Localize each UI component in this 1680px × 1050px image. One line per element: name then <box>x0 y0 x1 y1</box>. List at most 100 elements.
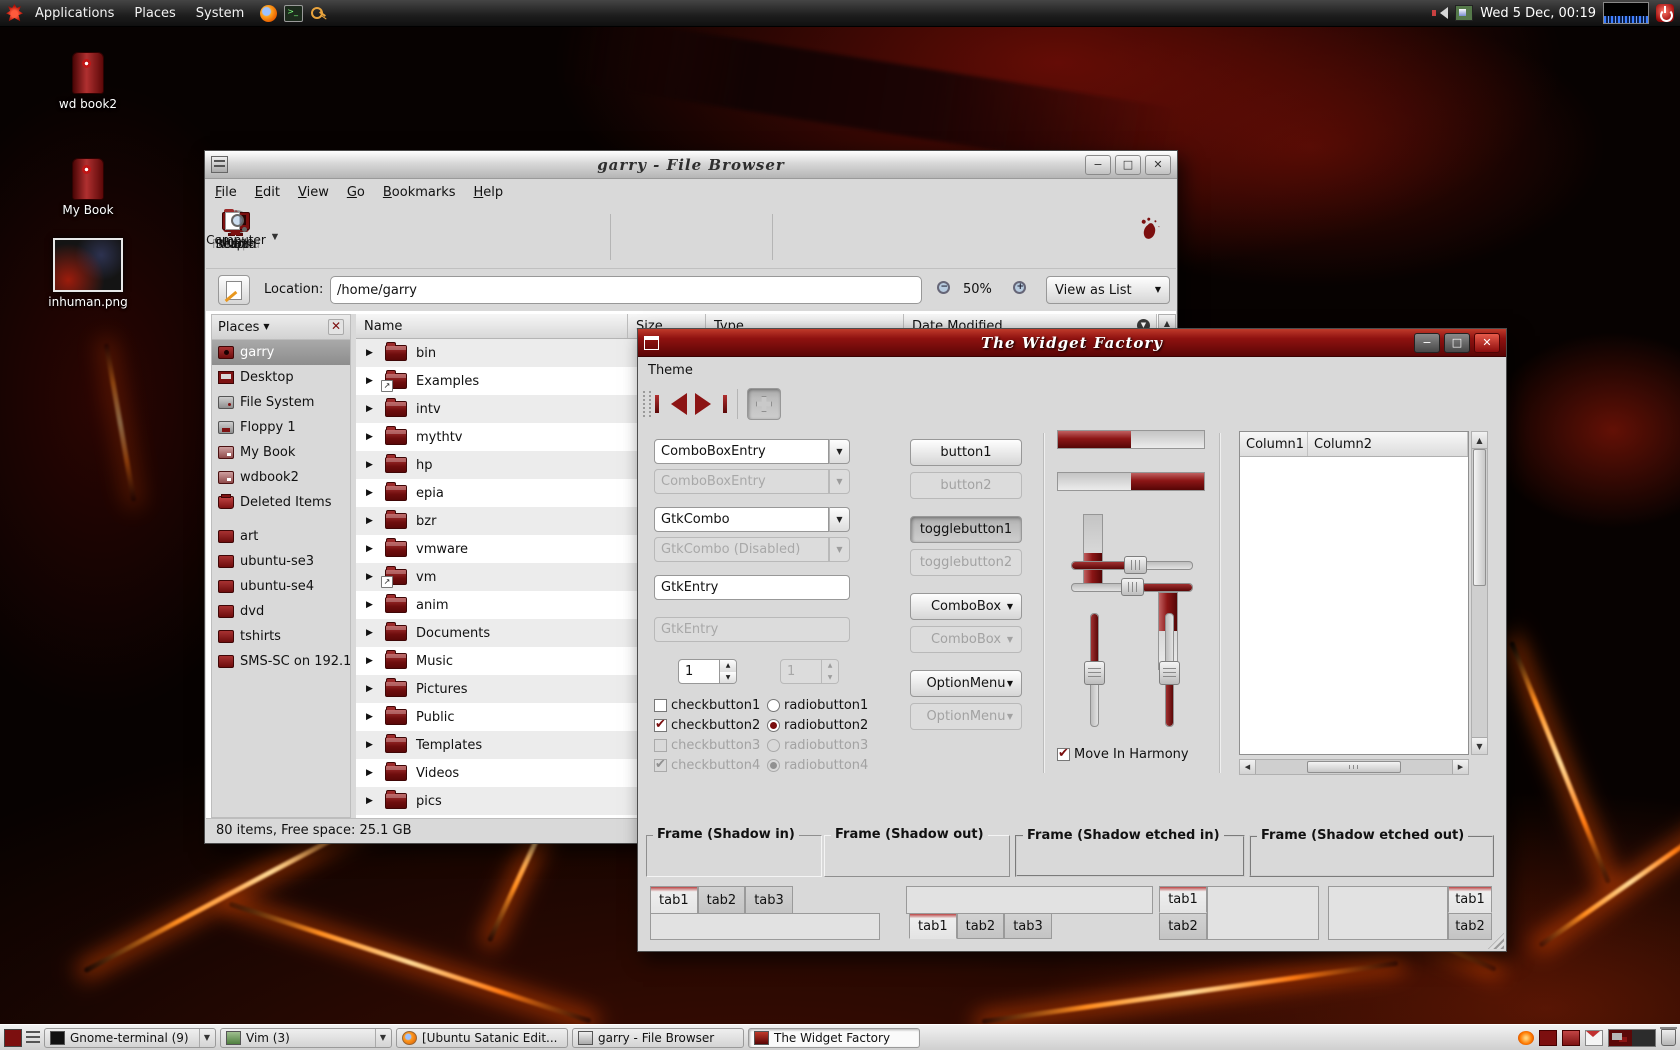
close-button[interactable]: ✕ <box>1474 333 1500 353</box>
column-header-name[interactable]: Name <box>356 314 628 338</box>
menubar-item[interactable]: Edit <box>246 185 289 200</box>
taskbar-window-button[interactable]: [Ubuntu Satanic Edit... <box>396 1028 568 1048</box>
expander-icon[interactable]: ▶ <box>366 376 376 386</box>
sidebar-place-item[interactable]: art <box>212 524 350 549</box>
notebook-tab[interactable]: tab1 <box>1159 886 1207 913</box>
scroll-down-icon[interactable]: ▼ <box>1472 737 1487 754</box>
zoom-in-icon[interactable] <box>1012 280 1027 295</box>
chevron-down-icon[interactable]: ▼ <box>829 507 850 532</box>
sidebar-place-item[interactable]: ubuntu-se3 <box>212 549 350 574</box>
notes-sidebar-button[interactable] <box>218 275 250 305</box>
desktop-icon-inhuman-png[interactable]: inhuman.png <box>46 238 130 309</box>
gtk-button[interactable]: ComboBox ▼ <box>910 593 1022 620</box>
slider-handle[interactable] <box>1121 578 1144 596</box>
maximize-button[interactable]: □ <box>1115 155 1141 175</box>
expander-icon[interactable]: ▶ <box>366 516 376 526</box>
taskbar-window-button[interactable]: Vim (3) ▼ <box>220 1028 392 1048</box>
menubar-item[interactable]: Help <box>465 185 513 200</box>
notification-package-icon[interactable] <box>1562 1030 1580 1046</box>
toolbar-dropdown-arrow[interactable]: ▼ <box>272 232 278 241</box>
spin-value[interactable]: 1 <box>678 659 720 684</box>
menubar-item-theme[interactable]: Theme <box>639 363 702 378</box>
toolbar-button[interactable]: Search <box>206 210 266 264</box>
scroll-left-icon[interactable]: ◀ <box>1240 760 1256 774</box>
workspace-2[interactable] <box>1632 1030 1655 1046</box>
gtk-combo[interactable]: GtkCombo ▼ <box>654 507 850 532</box>
toolbar-drag-handle[interactable] <box>643 391 651 417</box>
expander-icon[interactable]: ▶ <box>366 460 376 470</box>
notebook-tab[interactable]: tab3 <box>745 886 793 914</box>
radio-button[interactable] <box>767 739 780 752</box>
sidebar-place-item[interactable]: dvd <box>212 599 350 624</box>
menu-places[interactable]: Places <box>124 6 185 21</box>
tree-column-header-2[interactable]: Column2 <box>1308 432 1468 456</box>
taskbar-window-button[interactable]: garry - File Browser <box>572 1028 744 1048</box>
notebook-tab[interactable]: tab1 <box>1448 886 1492 913</box>
notebook-tab[interactable]: tab3 <box>1004 913 1052 939</box>
gtk-entry[interactable]: GtkEntry <box>654 575 850 600</box>
expander-icon[interactable]: ▶ <box>366 348 376 358</box>
system-monitor-applet[interactable] <box>1603 2 1649 24</box>
radio-button[interactable] <box>767 759 780 772</box>
gtk-button[interactable]: togglebutton2 <box>910 549 1022 576</box>
menubar-item[interactable]: View <box>289 185 338 200</box>
spin-button[interactable]: 1 ▲▼ <box>678 659 737 684</box>
expander-icon[interactable]: ▶ <box>366 544 376 554</box>
view-mode-dropdown[interactable]: View as List ▼ <box>1046 276 1170 304</box>
taskbar-window-button[interactable]: Gnome-terminal (9) ▼ <box>44 1028 216 1048</box>
go-first-icon[interactable] <box>655 392 687 416</box>
slider-handle[interactable] <box>1084 661 1105 685</box>
gtk-button[interactable]: ComboBox ▼ <box>910 626 1022 653</box>
notebook-tab[interactable]: tab2 <box>698 886 746 914</box>
keyring-launcher-icon[interactable] <box>310 5 326 21</box>
workspace-1[interactable] <box>1609 1030 1632 1046</box>
menubar-item[interactable]: File <box>206 185 246 200</box>
tree-horizontal-scrollbar[interactable]: ◀ ▶ <box>1239 759 1469 775</box>
tree-vertical-scrollbar[interactable]: ▲ ▼ <box>1471 431 1488 755</box>
expander-icon[interactable]: ▶ <box>366 600 376 610</box>
notebook-tab[interactable]: tab1 <box>909 913 957 939</box>
checkbox[interactable] <box>1057 748 1070 761</box>
file-browser-titlebar[interactable]: garry - File Browser − □ ✕ <box>205 151 1177 179</box>
window-list-icon[interactable] <box>26 1031 40 1044</box>
taskbar-group-dropdown-icon[interactable]: ▼ <box>199 1029 210 1047</box>
minimize-button[interactable]: − <box>1085 155 1111 175</box>
expander-icon[interactable]: ▶ <box>366 684 376 694</box>
expander-icon[interactable]: ▶ <box>366 572 376 582</box>
power-icon[interactable] <box>1656 4 1674 22</box>
menu-applications[interactable]: Applications <box>25 6 124 21</box>
sidebar-place-item[interactable]: ubuntu-se4 <box>212 574 350 599</box>
slider-handle[interactable] <box>1124 556 1147 574</box>
taskbar-window-button[interactable]: The Widget Factory <box>748 1028 920 1048</box>
firefox-launcher-icon[interactable] <box>260 5 277 22</box>
clock[interactable]: Wed 5 Dec, 00:19 <box>1480 6 1596 21</box>
taskbar-group-dropdown-icon[interactable]: ▼ <box>375 1029 386 1047</box>
radio-button[interactable] <box>767 699 780 712</box>
spin-steppers[interactable]: ▲▼ <box>720 659 737 684</box>
desktop-icon-mybook[interactable]: My Book <box>46 158 130 217</box>
scrollbar-thumb[interactable] <box>1473 449 1486 586</box>
location-input[interactable]: /home/garry <box>330 276 922 304</box>
menubar-item[interactable]: Bookmarks <box>374 185 465 200</box>
tree-column-header-1[interactable]: Column1 <box>1240 432 1308 456</box>
notebook-tab[interactable]: tab2 <box>957 913 1005 939</box>
sidebar-place-item[interactable]: garry <box>212 340 350 365</box>
expander-icon[interactable]: ▶ <box>366 712 376 722</box>
widget-factory-titlebar[interactable]: The Widget Factory − □ ✕ <box>638 329 1506 357</box>
close-sidebar-icon[interactable]: ✕ <box>328 319 344 335</box>
mail-notification-icon[interactable] <box>1585 1030 1603 1046</box>
slider-handle[interactable] <box>1159 661 1180 685</box>
expander-icon[interactable]: ▶ <box>366 488 376 498</box>
workspace-switcher[interactable] <box>1608 1029 1656 1047</box>
sidebar-place-item[interactable]: File System <box>212 390 350 415</box>
expander-icon[interactable]: ▶ <box>366 432 376 442</box>
sidebar-place-item[interactable]: tshirts <box>212 624 350 649</box>
checkbox[interactable] <box>654 699 667 712</box>
plus-toolbar-button[interactable] <box>747 388 781 420</box>
expander-icon[interactable]: ▶ <box>366 796 376 806</box>
gtk-button[interactable]: togglebutton1 <box>910 516 1022 543</box>
checkbox[interactable] <box>654 739 667 752</box>
gtk-button[interactable]: button2 <box>910 472 1022 499</box>
scroll-right-icon[interactable]: ▶ <box>1452 760 1468 774</box>
gtk-button[interactable]: OptionMenu ▼ <box>910 670 1022 697</box>
